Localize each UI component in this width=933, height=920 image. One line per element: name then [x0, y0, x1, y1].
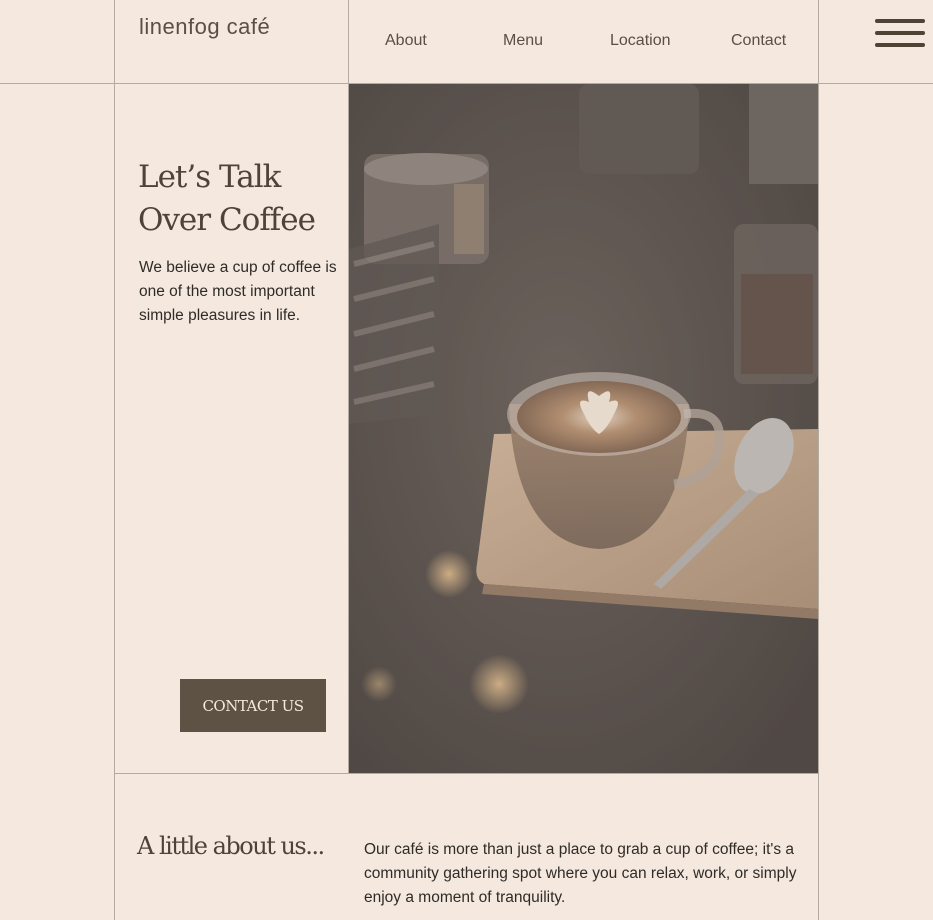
nav-link-menu[interactable]: Menu: [503, 32, 543, 50]
contact-us-button[interactable]: CONTACT US: [180, 679, 326, 732]
brand-logo[interactable]: linenfog café: [139, 14, 270, 40]
hamburger-menu-icon[interactable]: [875, 19, 925, 51]
about-title: A little about us...: [137, 832, 325, 860]
hamburger-bar: [875, 43, 925, 47]
hero-title-line: Let’s Talk: [138, 159, 281, 195]
nav-link-location[interactable]: Location: [610, 32, 671, 50]
hero-description: We believe a cup of coffee is one of the…: [139, 259, 337, 324]
hero-coffee-photo: [349, 84, 818, 773]
hero-title: Let’s Talk Over Coffee: [138, 156, 338, 242]
nav-link-contact[interactable]: Contact: [731, 32, 786, 50]
right-column-divider: [818, 0, 819, 920]
coffee-photo-illustration: [349, 84, 818, 773]
hamburger-bar: [875, 19, 925, 23]
hamburger-bar: [875, 31, 925, 35]
about-description: Our café is more than just a place to gr…: [364, 841, 797, 906]
hero-title-line: Over Coffee: [138, 202, 316, 238]
nav-link-about[interactable]: About: [385, 32, 427, 50]
left-column-divider: [114, 0, 115, 920]
hero-bottom-divider: [114, 773, 819, 774]
